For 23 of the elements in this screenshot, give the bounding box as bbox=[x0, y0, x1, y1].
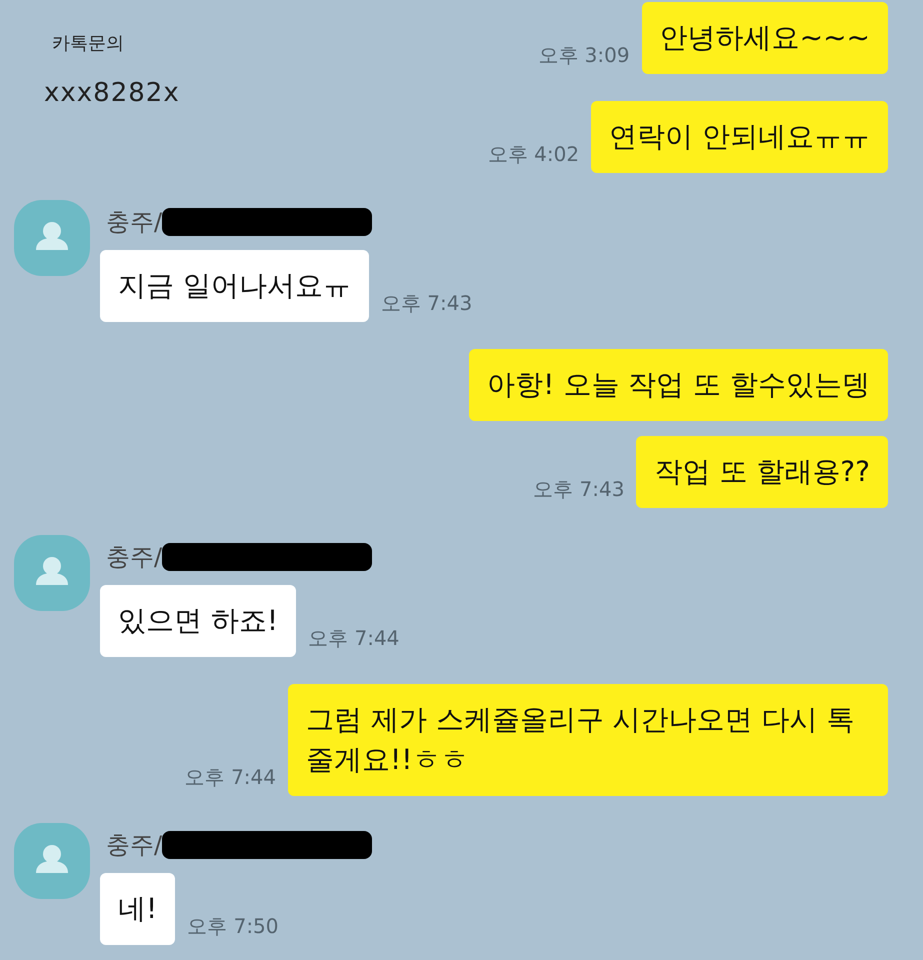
message-bubble: 연락이 안되네요ㅠㅠ bbox=[591, 101, 888, 173]
message-bubble: 안녕하세요~~~ bbox=[642, 2, 888, 74]
message-bubble: 작업 또 할래용?? bbox=[636, 436, 888, 508]
message-time: 오후 7:50 bbox=[187, 913, 279, 940]
message-time: 오후 7:43 bbox=[380, 290, 472, 317]
avatar-icon bbox=[14, 823, 90, 899]
avatar-icon bbox=[14, 535, 90, 611]
message-time: 오후 4:02 bbox=[488, 141, 580, 168]
note-text: 카톡문의 bbox=[52, 32, 124, 56]
sender-name: 충주/ bbox=[106, 830, 162, 861]
message-time: 오후 3:09 bbox=[538, 42, 630, 69]
message-time: 오후 7:44 bbox=[308, 625, 400, 652]
message-bubble: 그럼 제가 스케쥴올리구 시간나오면 다시 톡 줄게요!!ㅎㅎ bbox=[288, 684, 888, 796]
sender-name: 충주/ bbox=[106, 207, 162, 238]
message-bubble: 지금 일어나서요ㅠ bbox=[100, 250, 369, 322]
message-bubble: 네! bbox=[100, 873, 176, 945]
avatar-icon bbox=[14, 200, 90, 276]
sender-name: 충주/ bbox=[106, 542, 162, 573]
message-time: 오후 7:44 bbox=[184, 764, 276, 791]
message-bubble: 아항! 오늘 작업 또 할수있는뎅 bbox=[469, 349, 888, 421]
message-time: 오후 7:43 bbox=[533, 476, 624, 503]
note-text: xxx8282x bbox=[44, 77, 180, 110]
message-bubble: 있으면 하죠! bbox=[100, 585, 296, 657]
